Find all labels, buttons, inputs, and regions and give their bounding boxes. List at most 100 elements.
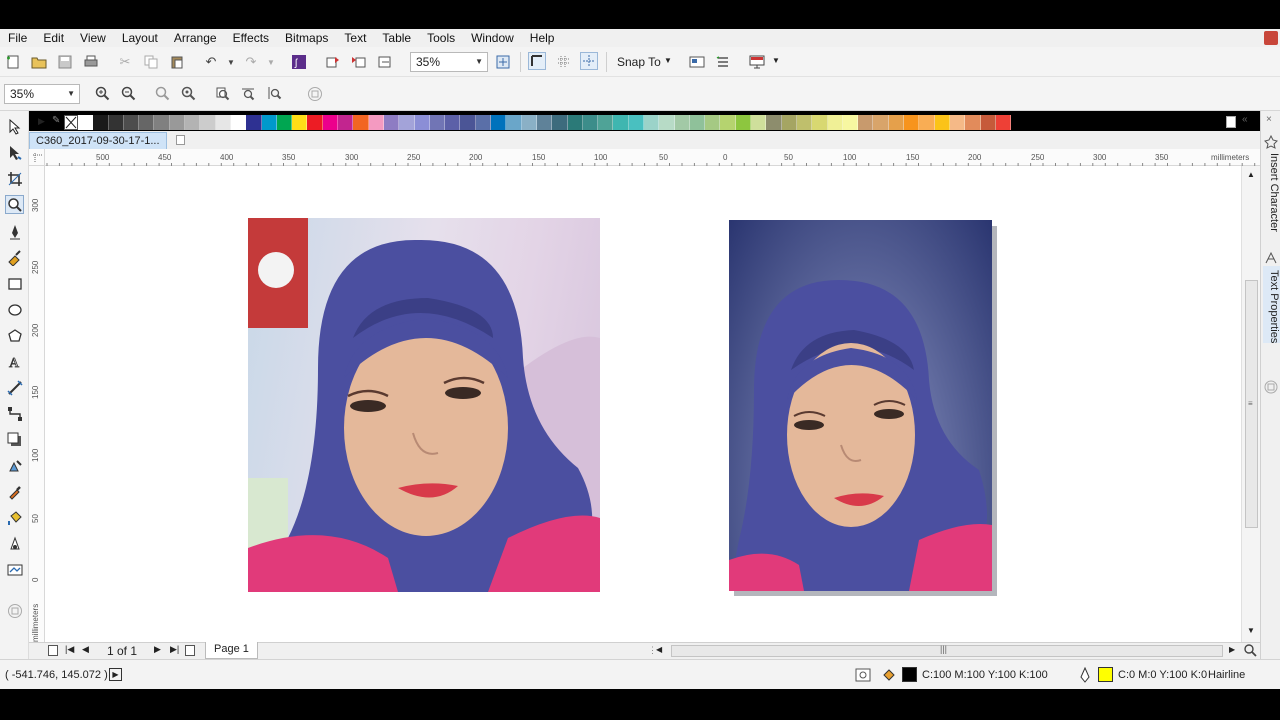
palette-swatch[interactable] (659, 115, 675, 130)
palette-swatch[interactable] (78, 115, 94, 130)
zoom-to-page-icon[interactable] (214, 85, 232, 103)
palette-swatch[interactable] (200, 115, 216, 130)
vertical-scrollbar[interactable]: ▲ ≡ ▼ (1241, 166, 1260, 642)
outline-pen-icon[interactable] (1078, 666, 1092, 686)
palette-swatch[interactable] (353, 115, 369, 130)
parallel-dimension-tool-icon[interactable] (5, 378, 24, 397)
palette-swatch[interactable] (276, 115, 293, 130)
scroll-up-icon[interactable]: ▲ (1247, 170, 1255, 179)
palette-swatch[interactable] (919, 115, 935, 130)
docker-customize-icon[interactable] (1264, 380, 1278, 394)
print-icon[interactable] (82, 53, 100, 71)
interactive-fill-tool-icon[interactable] (5, 508, 24, 527)
palette-swatch[interactable] (368, 115, 384, 130)
color-eyedropper-tool-icon[interactable] (5, 482, 24, 501)
menu-view[interactable]: View (72, 29, 114, 47)
full-screen-icon[interactable] (494, 53, 512, 71)
palette-swatch[interactable] (139, 115, 155, 130)
zoom-to-selected-icon[interactable] (154, 85, 172, 103)
user-icon[interactable] (1264, 31, 1278, 45)
property-zoom-select[interactable]: 35% ▼ (4, 84, 80, 104)
smart-fill-tool-icon[interactable] (5, 534, 24, 553)
original-photo[interactable] (248, 218, 600, 592)
palette-swatch[interactable] (735, 115, 752, 130)
application-launcher-icon[interactable] (714, 53, 732, 71)
polygon-tool-icon[interactable] (5, 326, 24, 345)
drop-shadow-tool-icon[interactable] (5, 430, 24, 449)
docker-close-icon[interactable]: × (1266, 114, 1272, 125)
palette-scroll-left-icon[interactable]: ▶ (38, 116, 45, 127)
insert-character-tab[interactable]: Insert Character (1263, 149, 1280, 232)
previous-page-icon[interactable]: ◀ (82, 644, 89, 655)
no-color-swatch[interactable] (64, 115, 78, 130)
palette-swatch[interactable] (230, 115, 247, 130)
palette-swatch[interactable] (689, 115, 706, 130)
text-tool-icon[interactable]: A (5, 352, 24, 371)
redo-icon[interactable]: ↷ (242, 53, 260, 71)
coordinates-flyout-icon[interactable]: ▶ (109, 668, 122, 681)
palette-swatch[interactable] (827, 115, 843, 130)
palette-swatch[interactable] (980, 115, 996, 130)
menu-window[interactable]: Window (463, 29, 522, 47)
palette-swatch[interactable] (705, 115, 721, 130)
show-guidelines-icon[interactable] (580, 52, 598, 70)
palette-swatch[interactable] (307, 115, 323, 130)
menu-edit[interactable]: Edit (35, 29, 72, 47)
welcome-screen-icon[interactable] (748, 53, 766, 71)
palette-swatch[interactable] (414, 115, 430, 130)
menu-table[interactable]: Table (374, 29, 419, 47)
lock-toolbar-icon[interactable] (306, 85, 324, 103)
page-tab[interactable]: Page 1 (205, 642, 258, 659)
palette-swatch[interactable] (613, 115, 629, 130)
palette-swatch[interactable] (674, 115, 690, 130)
edited-photo[interactable] (729, 220, 992, 591)
palette-swatch[interactable] (949, 115, 966, 130)
palette-swatch[interactable] (292, 115, 308, 130)
pick-tool-icon[interactable] (5, 117, 24, 136)
welcome-dropdown-icon[interactable]: ▼ (772, 56, 780, 65)
show-rulers-icon[interactable] (528, 52, 546, 70)
export-icon[interactable] (350, 53, 368, 71)
menu-layout[interactable]: Layout (114, 29, 166, 47)
freehand-tool-icon[interactable] (5, 222, 24, 241)
paste-icon[interactable] (168, 53, 186, 71)
palette-flyout-icon[interactable]: « (1242, 114, 1248, 125)
import-icon[interactable] (324, 53, 342, 71)
palette-swatch[interactable] (261, 115, 277, 130)
add-page-after-icon[interactable] (185, 645, 195, 656)
palette-swatch[interactable] (720, 115, 736, 130)
quick-customize-icon[interactable] (5, 601, 24, 620)
snap-to-button[interactable]: Snap To (617, 55, 661, 69)
palette-swatch[interactable] (429, 115, 446, 130)
options-icon[interactable] (688, 53, 706, 71)
palette-swatch[interactable] (628, 115, 644, 130)
palette-swatch[interactable] (536, 115, 553, 130)
object-info-icon[interactable] (855, 667, 871, 686)
palette-swatch[interactable] (123, 115, 140, 130)
menu-text[interactable]: Text (336, 29, 374, 47)
add-page-before-icon[interactable] (48, 645, 58, 656)
palette-swatch[interactable] (521, 115, 537, 130)
palette-swatch[interactable] (598, 115, 614, 130)
scroll-down-icon[interactable]: ▼ (1247, 626, 1255, 635)
shape-tool-icon[interactable] (5, 143, 24, 162)
transparency-tool-icon[interactable] (5, 456, 24, 475)
scroll-left-icon[interactable]: ◀ (656, 645, 662, 654)
first-page-icon[interactable]: |◀ (65, 644, 74, 655)
text-properties-tab[interactable]: Text Properties (1263, 266, 1280, 344)
palette-eyedropper-icon[interactable]: ✎ (52, 115, 60, 126)
zoom-in-icon[interactable] (94, 85, 112, 103)
outline-pen-tool-icon[interactable] (5, 560, 24, 579)
new-tab-icon[interactable] (176, 135, 185, 145)
menu-file[interactable]: File (0, 29, 35, 47)
palette-swatch[interactable] (460, 115, 476, 130)
zoom-to-all-objects-icon[interactable] (180, 85, 198, 103)
fill-color-swatch[interactable] (902, 667, 917, 682)
vertical-scroll-thumb[interactable]: ≡ (1245, 280, 1258, 528)
palette-swatch[interactable] (582, 115, 599, 130)
cut-icon[interactable]: ✂ (116, 53, 134, 71)
show-grid-icon[interactable] (555, 53, 573, 71)
document-tab[interactable]: C360_2017-09-30-17-1... (29, 132, 167, 149)
fill-bucket-icon[interactable] (881, 667, 897, 686)
ruler-corner[interactable] (29, 149, 45, 166)
